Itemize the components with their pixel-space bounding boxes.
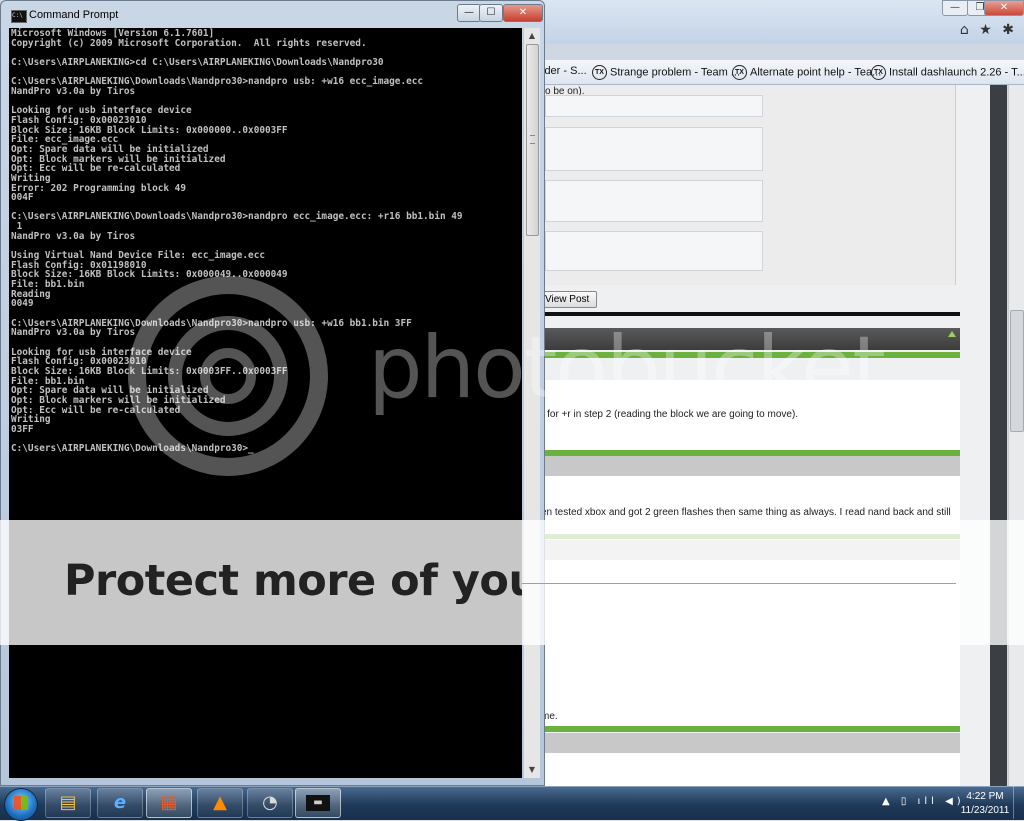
show-desktop-button[interactable] [1013,786,1024,819]
forum-post [540,753,960,786]
vlc-cone-icon: ▲ [213,792,227,813]
scroll-up-arrow-icon[interactable]: ▲ [524,28,540,44]
taskbar: ▤ e ▦ ▲ ◔ ▬ [0,786,1024,821]
command-prompt-icon: ▬ [306,795,330,811]
site-favicon-icon: TX [592,65,607,80]
scroll-down-arrow-icon[interactable]: ▼ [524,762,540,778]
cmd-app-icon[interactable]: C:\ [11,10,27,23]
internet-explorer-icon: e [113,792,127,813]
favorite-link[interactable]: TX Alternate point help - Tea... [732,65,881,80]
form-field[interactable] [545,231,763,271]
favorite-link[interactable]: lder - S... [542,65,587,77]
sidebar-strip [990,85,1007,786]
tray-icons[interactable]: ▲ ▯ ıll ◀) [882,796,965,807]
form-field[interactable] [545,180,763,222]
browser-titlebar: — ❐ ✕ ⌂ ★ ✱ [540,0,1024,44]
clock-time[interactable]: 4:22 PM [954,791,1016,802]
taskbar-cmd-button[interactable]: ▬ [295,788,341,818]
post-header [540,733,960,753]
taskbar-ie-button[interactable]: e [97,788,143,818]
promo-banner-text: Protect more of your [64,556,522,606]
banner-divider [522,583,956,584]
favorite-link-label: Install dashlaunch 2.26 - T... [889,66,1024,79]
watermark-text: photobucket [368,318,886,418]
favorites-star-icon[interactable]: ★ [979,22,992,38]
form-field[interactable] [545,127,763,171]
favorite-link-label: Strange problem - Team ... [610,66,741,79]
windows-logo-icon [14,796,28,810]
minimize-button[interactable]: — [457,4,481,22]
clock-date[interactable]: 11/23/2011 [954,805,1016,816]
view-post-button[interactable]: View Post [541,291,597,308]
page-scrollbar[interactable] [1008,85,1024,786]
console-scrollbar-thumb[interactable] [526,44,539,236]
watermark-logo-icon [200,348,256,404]
folder-icon: ▤ [59,792,77,813]
cmd-titlebar[interactable]: C:\ Command Prompt — ☐ ✕ [1,1,544,27]
favorite-link[interactable]: TX Install dashlaunch 2.26 - T... [871,65,1024,80]
taskbar-explorer-button[interactable]: ▤ [45,788,91,818]
maximize-button[interactable]: ☐ [479,4,503,22]
home-icon[interactable]: ⌂ [960,22,969,38]
browser-nav-icons: ⌂ ★ ✱ [954,22,1014,38]
favorite-link[interactable]: TX Strange problem - Team ... [592,65,740,80]
page-scrollbar-thumb[interactable] [1010,310,1024,432]
site-favicon-icon: TX [871,65,886,80]
green-divider [540,726,960,732]
taskbar-app-button[interactable]: ◔ [247,788,293,818]
taskbar-paint-button[interactable]: ▦ [146,788,192,818]
taskbar-vlc-button[interactable]: ▲ [197,788,243,818]
favorite-link-label: lder - S... [542,65,587,77]
collapse-arrow-icon[interactable] [948,331,956,337]
divider [540,312,960,316]
close-button[interactable]: ✕ [503,4,543,22]
site-favicon-icon: TX [732,65,747,80]
post-snippet: en tested xbox and got 2 green flashes t… [541,507,951,518]
system-tray: ▲ ▯ ıll ◀) 4:22 PM 11/23/2011 [876,786,1024,819]
app-icon: ◔ [262,792,278,813]
favorites-bar: lder - S... TX Strange problem - Team ...… [540,60,1024,85]
form-field[interactable] [545,95,763,117]
browser-minimize-button[interactable]: — [942,0,968,16]
browser-close-button[interactable]: ✕ [984,0,1024,16]
favorite-link-label: Alternate point help - Tea... [750,66,882,79]
start-button[interactable] [4,788,38,821]
paint-icon: ▦ [160,792,178,813]
post-header [540,456,960,476]
window-title: Command Prompt [29,9,119,21]
tools-gear-icon[interactable]: ✱ [1002,22,1014,38]
scroll-grip-icon [530,135,535,144]
